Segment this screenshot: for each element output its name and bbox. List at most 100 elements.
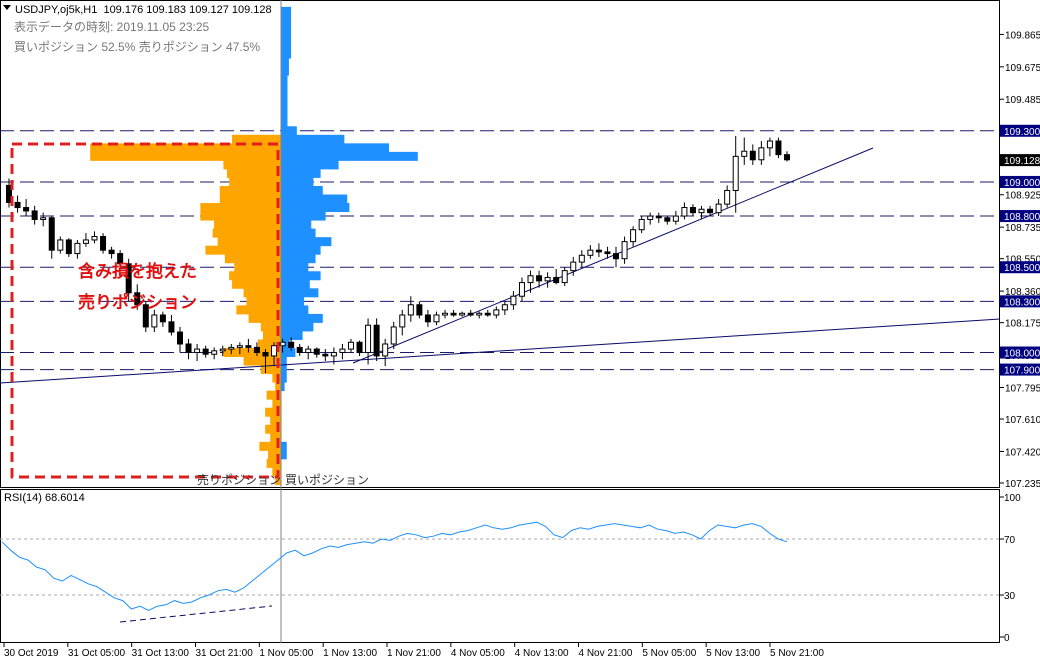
candle-body bbox=[57, 239, 64, 251]
candle-body bbox=[14, 201, 21, 209]
buy-profile-bar bbox=[281, 382, 285, 392]
buy-profile-bar bbox=[281, 441, 287, 451]
sell-profile-bar bbox=[219, 185, 281, 195]
candle-body bbox=[373, 324, 380, 357]
time-tick-label: 5 Nov 05:00 bbox=[642, 648, 696, 659]
candle-body bbox=[100, 236, 107, 251]
candle-body bbox=[330, 352, 337, 357]
candle-body bbox=[681, 207, 688, 217]
sell-profile-bar bbox=[229, 177, 281, 187]
sell-profile-bar bbox=[236, 305, 281, 315]
candle-body bbox=[553, 276, 560, 284]
buy-profile-bar bbox=[281, 83, 288, 93]
sell-profile-bar bbox=[243, 356, 281, 366]
buy-profile-bar bbox=[281, 23, 292, 33]
buy-profile-bar bbox=[281, 185, 323, 195]
buy-profile-bar bbox=[281, 322, 314, 332]
candle-body bbox=[236, 345, 243, 348]
sell-profile-bar bbox=[200, 203, 281, 213]
buy-profile-bar bbox=[281, 237, 332, 247]
buy-profile-bar bbox=[281, 49, 292, 59]
price-tick-label: 108.175 bbox=[1005, 319, 1040, 330]
candle-body bbox=[775, 140, 782, 156]
candle-body bbox=[91, 236, 98, 241]
candle-body bbox=[638, 218, 645, 231]
buy-profile-bar bbox=[281, 100, 288, 110]
time-tick-label: 1 Nov 21:00 bbox=[387, 648, 441, 659]
buy-profile-bar bbox=[281, 92, 288, 102]
sell-profile-bar bbox=[214, 220, 281, 230]
time-tick-label: 30 Oct 2019 bbox=[4, 648, 59, 659]
candle-body bbox=[202, 348, 209, 355]
sell-profile-bar bbox=[224, 254, 281, 264]
sell-profile-bar bbox=[200, 211, 281, 221]
buy-profile-bar bbox=[281, 117, 288, 127]
candle-body bbox=[766, 140, 773, 149]
buy-profile-bar bbox=[281, 194, 348, 204]
buy-profile-bar bbox=[281, 177, 314, 187]
candle-body bbox=[561, 270, 568, 284]
candle-body bbox=[40, 217, 47, 220]
price-tick-label: 108.735 bbox=[1005, 223, 1040, 234]
candle-body bbox=[108, 249, 115, 255]
buy-profile-bar bbox=[281, 15, 292, 25]
candle-body bbox=[65, 239, 72, 255]
time-tick-label: 4 Nov 21:00 bbox=[579, 648, 633, 659]
candle-body bbox=[48, 217, 55, 251]
candle-body bbox=[322, 353, 329, 357]
candle-body bbox=[399, 314, 406, 328]
buy-profile-bar bbox=[281, 279, 310, 289]
buy-profile-bar bbox=[281, 305, 309, 315]
candle-body bbox=[151, 314, 158, 328]
candle-body bbox=[749, 150, 756, 161]
candle-body bbox=[587, 249, 594, 256]
candle-body bbox=[74, 242, 81, 255]
sell-profile-bar bbox=[229, 271, 281, 281]
candle-body bbox=[784, 154, 790, 161]
buy-profile-bar bbox=[281, 66, 289, 76]
candle-body bbox=[698, 208, 705, 214]
price-tick-label: 107.420 bbox=[1005, 447, 1040, 458]
price-tick-label: 109.675 bbox=[1005, 63, 1040, 74]
candle-body bbox=[476, 312, 483, 316]
candle-body bbox=[450, 312, 457, 316]
sell-profile-bar bbox=[246, 296, 281, 306]
candle-body bbox=[390, 326, 397, 345]
candle-body bbox=[689, 207, 696, 214]
candle-body bbox=[758, 147, 765, 161]
level-label: 108.300 bbox=[1004, 297, 1040, 308]
candle-body bbox=[168, 321, 175, 333]
buy-profile-bar bbox=[281, 271, 321, 281]
buy-profile-bar bbox=[281, 6, 292, 16]
buy-profile-bar bbox=[281, 143, 389, 153]
candle-body bbox=[707, 208, 714, 214]
candle-body bbox=[459, 312, 466, 316]
buy-profile-bar bbox=[281, 228, 316, 238]
candle-body bbox=[510, 295, 517, 306]
price-tick-label: 108.925 bbox=[1005, 191, 1040, 202]
price-tick-label: 107.235 bbox=[1005, 479, 1040, 490]
price-tick-label: 107.610 bbox=[1005, 415, 1040, 426]
sell-profile-bar bbox=[217, 237, 281, 247]
buy-profile-bar bbox=[281, 211, 326, 221]
level-label: 108.800 bbox=[1004, 212, 1040, 223]
rsi-tick-label: 30 bbox=[1004, 591, 1016, 602]
buy-profile-bar bbox=[281, 75, 288, 85]
buy-profile-bar bbox=[281, 58, 289, 68]
candle-body bbox=[536, 275, 543, 282]
candle-body bbox=[262, 352, 269, 357]
buy-profile-bar bbox=[281, 151, 418, 161]
candle-body bbox=[416, 304, 423, 316]
candle-body bbox=[655, 215, 662, 219]
candle-body bbox=[365, 324, 372, 354]
candle-body bbox=[715, 203, 722, 214]
candle-body bbox=[424, 314, 431, 323]
sell-profile-bar bbox=[212, 228, 281, 238]
price-tick-label: 107.795 bbox=[1005, 383, 1040, 394]
candle-body bbox=[356, 341, 363, 354]
level-label: 108.500 bbox=[1004, 263, 1040, 274]
candle-body bbox=[185, 343, 192, 354]
candle-body bbox=[31, 210, 38, 220]
buy-profile-bar bbox=[281, 134, 345, 144]
buy-profile-bar bbox=[281, 313, 323, 323]
